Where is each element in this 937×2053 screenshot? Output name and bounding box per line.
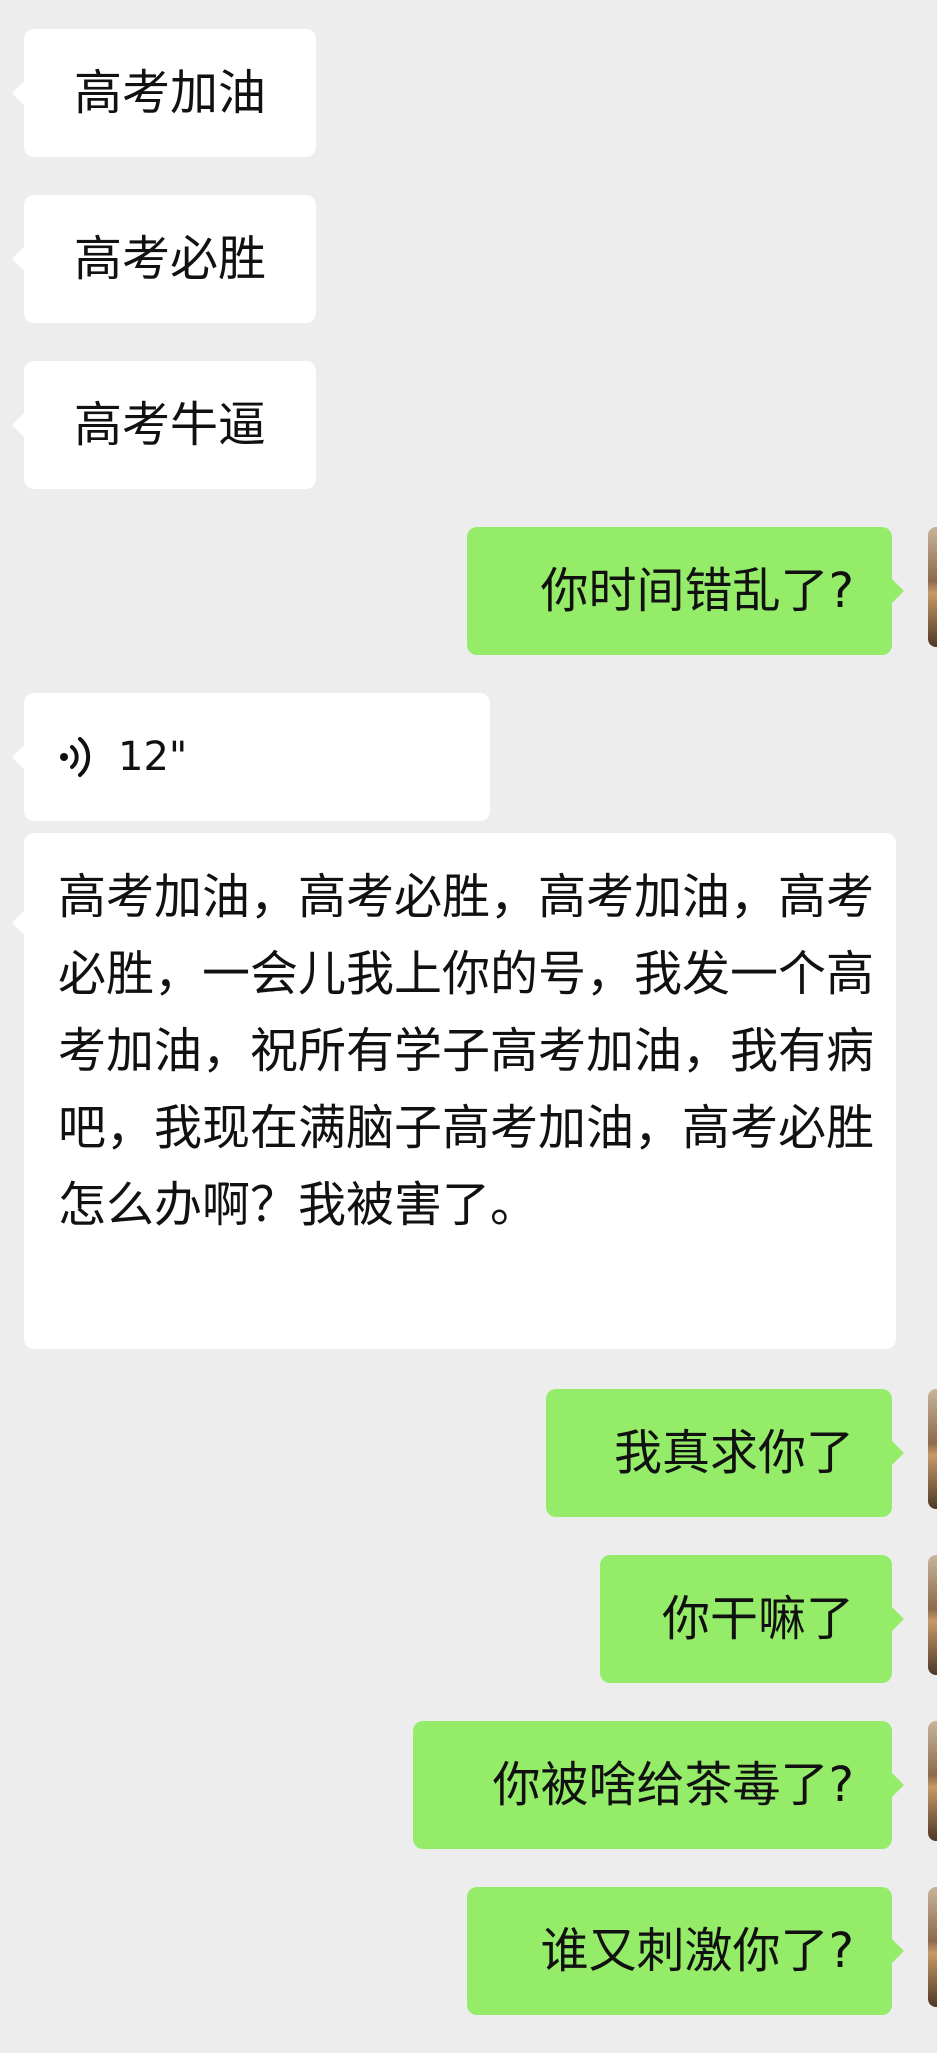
voice-duration: 12" — [118, 734, 188, 780]
message-bubble-incoming-long[interactable]: 高考加油，高考必胜，高考加油，高考必胜，一会儿我上你的号，我发一个高考加油，祝所… — [12, 833, 896, 1349]
message-bubble-outgoing[interactable]: 你被啥给茶毒了? — [413, 1721, 904, 1849]
message-text: 你被啥给茶毒了? — [492, 1757, 854, 1813]
my-avatar[interactable] — [928, 1721, 937, 1841]
message-text: 你时间错乱了? — [540, 563, 854, 619]
message-bubble-outgoing[interactable]: 你时间错乱了? — [467, 527, 904, 655]
message-text: 高考加油，高考必胜，高考加油，高考必胜，一会儿我上你的号，我发一个高考加油，祝所… — [58, 869, 875, 1233]
my-avatar[interactable] — [928, 527, 937, 647]
message-text: 你干嘛了 — [661, 1591, 854, 1647]
message-bubble-outgoing[interactable]: 你干嘛了 — [600, 1555, 904, 1683]
message-bubble-outgoing[interactable]: 我真求你了 — [546, 1389, 904, 1517]
my-avatar[interactable] — [928, 1389, 937, 1509]
message-text: 高考必胜 — [73, 231, 266, 287]
message-text: 谁又刺激你了? — [540, 1923, 854, 1979]
message-text: 我真求你了 — [613, 1425, 854, 1481]
my-avatar[interactable] — [928, 1555, 937, 1675]
message-text: 高考加油 — [73, 65, 266, 121]
chat-message-list[interactable]: 高考加油 高考必胜 高考牛逼 你时间错乱了? 12" 高考加油，高考必胜，高考加… — [0, 0, 937, 2053]
message-bubble-outgoing[interactable]: 谁又刺激你了? — [467, 1887, 904, 2015]
my-avatar[interactable] — [928, 1887, 937, 2007]
voice-wave-icon — [54, 733, 102, 781]
message-bubble-incoming[interactable]: 高考加油 — [12, 29, 316, 157]
message-text: 高考牛逼 — [73, 397, 266, 453]
message-bubble-incoming[interactable]: 高考必胜 — [12, 195, 316, 323]
message-bubble-incoming[interactable]: 高考牛逼 — [12, 361, 316, 489]
voice-message-bubble[interactable]: 12" — [12, 693, 490, 821]
